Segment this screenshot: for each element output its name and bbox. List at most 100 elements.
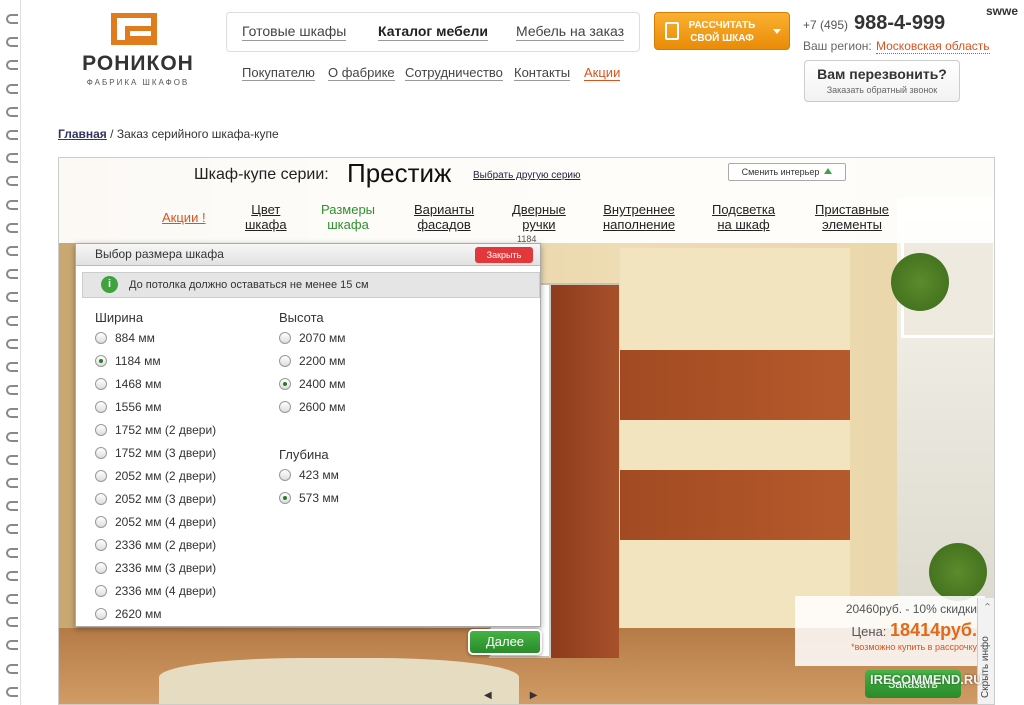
width-option[interactable]: 1752 мм (3 двери) xyxy=(95,445,216,461)
series-label: Шкаф-купе серии: xyxy=(194,166,329,183)
radio-button[interactable] xyxy=(95,355,107,367)
room-wall-panel xyxy=(620,248,850,628)
nav-custom-furniture[interactable]: Мебель на заказ xyxy=(516,23,625,41)
nav-ready-wardrobes[interactable]: Готовые шкафы xyxy=(242,23,347,41)
hide-info-tab[interactable]: › Скрыть инфо xyxy=(977,598,994,704)
tab-label-1: Приставные xyxy=(815,202,890,217)
radio-button[interactable] xyxy=(279,378,291,390)
radio-button[interactable] xyxy=(95,378,107,390)
spiral-ring xyxy=(6,315,18,326)
breadcrumb-home-link[interactable]: Главная xyxy=(58,127,107,141)
radio-button[interactable] xyxy=(95,493,107,505)
calculate-wardrobe-button[interactable]: РАССЧИТАТЬ СВОЙ ШКАФ xyxy=(654,12,790,50)
tab-label-1: Размеры xyxy=(321,202,376,217)
height-title: Высота xyxy=(279,310,324,325)
radio-button[interactable] xyxy=(279,332,291,344)
series-name: Престиж xyxy=(347,158,452,188)
radio-button[interactable] xyxy=(95,447,107,459)
height-option[interactable]: 2600 мм xyxy=(279,399,346,415)
phone-code: +7 (495) xyxy=(803,18,849,32)
width-option[interactable]: 2052 мм (4 двери) xyxy=(95,514,216,530)
logo-name: РОНИКОН xyxy=(82,52,194,75)
width-option[interactable]: 2336 мм (2 двери) xyxy=(95,537,216,553)
tab-label-1: Подсветка xyxy=(712,202,776,217)
wall-stripe xyxy=(620,470,850,540)
nav-contacts[interactable]: Контакты xyxy=(514,65,571,81)
next-button[interactable]: Далее xyxy=(468,629,542,655)
nav-cooperation[interactable]: Сотрудничество xyxy=(405,65,503,81)
width-option[interactable]: 2052 мм (3 двери) xyxy=(95,491,216,507)
spiral-ring xyxy=(6,292,18,303)
tab-door-handles[interactable]: Дверные ручки xyxy=(512,202,566,232)
tab-label-1: Цвет xyxy=(251,202,281,217)
width-option-label: 2052 мм (3 двери) xyxy=(115,492,217,506)
tab-wardrobe-color[interactable]: Цвет шкафа xyxy=(245,202,287,232)
hide-info-label: Скрыть инфо xyxy=(980,636,991,698)
radio-button[interactable] xyxy=(95,585,107,597)
spiral-ring xyxy=(6,385,18,396)
callback-subtitle: Заказать обратный звонок xyxy=(826,85,938,95)
width-option[interactable]: 2052 мм (2 двери) xyxy=(95,468,216,484)
nav-furniture-catalog[interactable]: Каталог мебели xyxy=(378,23,489,41)
width-option[interactable]: 1184 мм xyxy=(95,353,161,369)
radio-button[interactable] xyxy=(95,608,107,620)
width-option[interactable]: 2620 мм xyxy=(95,606,162,622)
tab-label-2: наполнение xyxy=(603,217,676,232)
radio-button[interactable] xyxy=(279,492,291,504)
height-option[interactable]: 2070 мм xyxy=(279,330,346,346)
width-option[interactable]: 1556 мм xyxy=(95,399,162,415)
calculator-icon xyxy=(665,22,679,40)
tab-extra-elements[interactable]: Приставные элементы xyxy=(815,202,889,232)
tab-label: Акции ! xyxy=(162,210,206,225)
tab-label-2: элементы xyxy=(822,217,882,232)
arrow-left-icon[interactable]: ◀ xyxy=(484,690,530,701)
depth-option[interactable]: 573 мм xyxy=(279,490,339,506)
close-button[interactable]: Закрыть xyxy=(475,247,533,263)
width-option[interactable]: 1752 мм (2 двери) xyxy=(95,422,216,438)
tab-facade-variants[interactable]: Варианты фасадов xyxy=(414,202,474,232)
change-series-link[interactable]: Выбрать другую серию xyxy=(473,170,580,181)
tab-wardrobe-sizes[interactable]: Размеры шкафа xyxy=(321,202,375,232)
width-option-label: 2336 мм (3 двери) xyxy=(115,561,217,575)
corner-watermark: swwe xyxy=(985,4,1018,18)
bottom-watermark: IRECOMMEND.RU xyxy=(870,672,983,687)
arrow-right-icon[interactable]: ▶ xyxy=(530,690,576,701)
tab-label-2: фасадов xyxy=(417,217,471,232)
radio-button[interactable] xyxy=(95,470,107,482)
nav-for-buyer[interactable]: Покупателю xyxy=(242,65,315,81)
tab-promotions[interactable]: Акции ! xyxy=(162,210,206,225)
tab-interior-filling[interactable]: Внутреннее наполнение xyxy=(603,202,675,232)
radio-button[interactable] xyxy=(95,401,107,413)
configurator-tabs: Акции ! Цвет шкафа Размеры шкафа Варианты ф… xyxy=(59,198,994,238)
rotate-arrows[interactable]: ◀▶ xyxy=(484,690,575,701)
width-option[interactable]: 2336 мм (3 двери) xyxy=(95,560,216,576)
radio-button[interactable] xyxy=(95,424,107,436)
hanging-plant xyxy=(891,253,949,311)
width-option[interactable]: 2336 мм (4 двери) xyxy=(95,583,216,599)
radio-button[interactable] xyxy=(95,332,107,344)
callback-button[interactable]: Вам перезвонить? Заказать обратный звоно… xyxy=(804,60,960,102)
radio-button[interactable] xyxy=(95,516,107,528)
change-interior-button[interactable]: Сменить интерьер xyxy=(728,163,846,181)
width-option[interactable]: 884 мм xyxy=(95,330,155,346)
spiral-ring xyxy=(6,663,18,674)
height-option[interactable]: 2200 мм xyxy=(279,353,346,369)
depth-option[interactable]: 423 мм xyxy=(279,467,339,483)
radio-button[interactable] xyxy=(95,562,107,574)
width-option-label: 2336 мм (2 двери) xyxy=(115,538,217,552)
tab-lighting[interactable]: Подсветка на шкаф xyxy=(712,202,775,232)
radio-button[interactable] xyxy=(279,401,291,413)
nav-promotions[interactable]: Акции xyxy=(584,65,621,81)
radio-button[interactable] xyxy=(279,355,291,367)
installment-note: *возможно купить в рассрочку xyxy=(851,642,977,652)
site-logo[interactable]: РОНИКОН ФАБРИКА ШКАФОВ xyxy=(58,12,218,92)
spiral-ring xyxy=(6,570,18,581)
width-option[interactable]: 1468 мм xyxy=(95,376,162,392)
region-selector[interactable]: Московская область xyxy=(876,39,990,54)
nav-about-factory[interactable]: О фабрике xyxy=(328,65,395,81)
radio-button[interactable] xyxy=(279,469,291,481)
spiral-ring xyxy=(6,686,18,697)
logo-subtitle: ФАБРИКА ШКАФОВ xyxy=(86,78,190,87)
height-option[interactable]: 2400 мм xyxy=(279,376,346,392)
radio-button[interactable] xyxy=(95,539,107,551)
